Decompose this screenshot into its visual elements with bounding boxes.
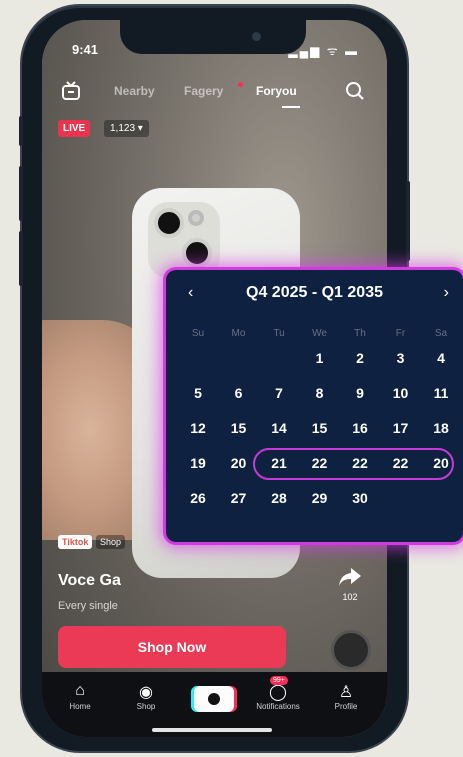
- notch: [120, 20, 306, 54]
- active-tab-indicator: [282, 106, 300, 108]
- calendar-day[interactable]: 15: [302, 420, 338, 436]
- selected-date-range: [253, 448, 454, 480]
- calendar-day-name: We: [312, 328, 327, 339]
- create-icon: [208, 693, 220, 705]
- home-icon: ⌂: [75, 682, 85, 699]
- profile-icon: ♙: [338, 684, 354, 701]
- top-navigation: Nearby Fagery Foryou: [42, 78, 387, 108]
- lens-icon: [182, 238, 212, 268]
- calendar-day[interactable]: 7: [261, 385, 297, 401]
- status-icons: ▂▄▆ ᯤ ▬: [288, 44, 359, 58]
- volume-up-button: [19, 166, 23, 221]
- camera-module: [148, 202, 220, 278]
- calendar-day[interactable]: 20: [221, 455, 257, 471]
- calendar-day[interactable]: 6: [221, 385, 257, 401]
- viewer-count[interactable]: 1,123 ▾: [104, 120, 149, 137]
- share-count: 102: [342, 592, 358, 602]
- calendar-day[interactable]: 15: [221, 420, 257, 436]
- calendar-header: ‹ Q4 2025 - Q1 2035 ›: [166, 284, 463, 306]
- status-time: 9:41: [72, 42, 99, 57]
- calendar-day[interactable]: 12: [180, 420, 216, 436]
- notification-badge: 99+: [270, 676, 288, 685]
- lens-icon: [154, 208, 184, 238]
- product-subtitle: Every single: [58, 600, 118, 612]
- calendar-day[interactable]: 30: [342, 490, 378, 506]
- shop-tag[interactable]: Tiktok: [58, 535, 93, 549]
- calendar-day[interactable]: 2: [342, 350, 378, 366]
- live-tv-icon[interactable]: [60, 80, 82, 102]
- notifications-icon: ◯: [269, 684, 287, 701]
- calendar-day-name: Tu: [273, 328, 285, 339]
- calendar-day-name: Mo: [231, 328, 246, 339]
- calendar-day[interactable]: 8: [302, 385, 338, 401]
- music-disc-icon[interactable]: [331, 630, 371, 670]
- tab-nearby[interactable]: Nearby: [114, 84, 155, 98]
- calendar-next-button[interactable]: ›: [444, 284, 449, 302]
- calendar-day[interactable]: 26: [180, 490, 216, 506]
- calendar-day[interactable]: 11: [423, 385, 459, 401]
- front-camera-icon: [252, 32, 261, 41]
- calendar-day-name: Th: [354, 328, 366, 339]
- calendar-day[interactable]: 4: [423, 350, 459, 366]
- shop-tag-secondary[interactable]: Shop: [96, 535, 126, 549]
- notification-dot: [238, 82, 243, 87]
- calendar-day[interactable]: 3: [383, 350, 419, 366]
- calendar-day[interactable]: 14: [261, 420, 297, 436]
- calendar-day[interactable]: 16: [342, 420, 378, 436]
- nav-home[interactable]: ⌂ Home: [50, 682, 110, 711]
- share-icon[interactable]: [335, 566, 365, 594]
- nav-home-label: Home: [69, 702, 91, 711]
- calendar-title: Q4 2025 - Q1 2035: [246, 284, 383, 301]
- calendar-day[interactable]: 19: [180, 455, 216, 471]
- calendar-day-name: Su: [191, 328, 205, 339]
- calendar-day[interactable]: 5: [180, 385, 216, 401]
- home-indicator: [152, 728, 272, 732]
- shop-now-button[interactable]: Shop Now: [58, 626, 286, 668]
- live-badge[interactable]: LIVE: [58, 120, 91, 137]
- calendar-popup: ‹ Q4 2025 - Q1 2035 › Su Mo Tu We Th Fr Sa 1 2 3 4…: [166, 270, 463, 542]
- product-title: Voce Ga: [58, 572, 121, 589]
- volume-down-button: [19, 231, 23, 286]
- calendar-day[interactable]: 18: [423, 420, 459, 436]
- nav-notifications-label: Notifications: [256, 702, 300, 711]
- create-button[interactable]: [194, 686, 234, 712]
- tab-for-you[interactable]: Foryou: [256, 84, 297, 98]
- calendar-day-name: Fr: [395, 328, 406, 339]
- calendar-day[interactable]: 29: [302, 490, 338, 506]
- shop-icon: ◉: [139, 684, 153, 701]
- nav-notifications[interactable]: ◯ 99+ Notifications: [248, 676, 308, 711]
- power-button: [406, 181, 410, 261]
- search-icon[interactable]: [344, 80, 366, 102]
- calendar-day-name: Sa: [434, 328, 448, 339]
- calendar-day[interactable]: 27: [221, 490, 257, 506]
- calendar-day[interactable]: 10: [383, 385, 419, 401]
- calendar-day[interactable]: 9: [342, 385, 378, 401]
- nav-shop-label: Shop: [136, 702, 156, 711]
- tab-following[interactable]: Fagery: [184, 84, 223, 98]
- calendar-day[interactable]: 28: [261, 490, 297, 506]
- nav-profile-label: Profile: [334, 702, 358, 711]
- nav-profile[interactable]: ♙ Profile: [316, 682, 376, 711]
- nav-shop[interactable]: ◉ Shop: [116, 682, 176, 711]
- calendar-day[interactable]: 1: [302, 350, 338, 366]
- calendar-day[interactable]: 17: [383, 420, 419, 436]
- mute-switch: [19, 116, 23, 146]
- flash-icon: [188, 210, 204, 226]
